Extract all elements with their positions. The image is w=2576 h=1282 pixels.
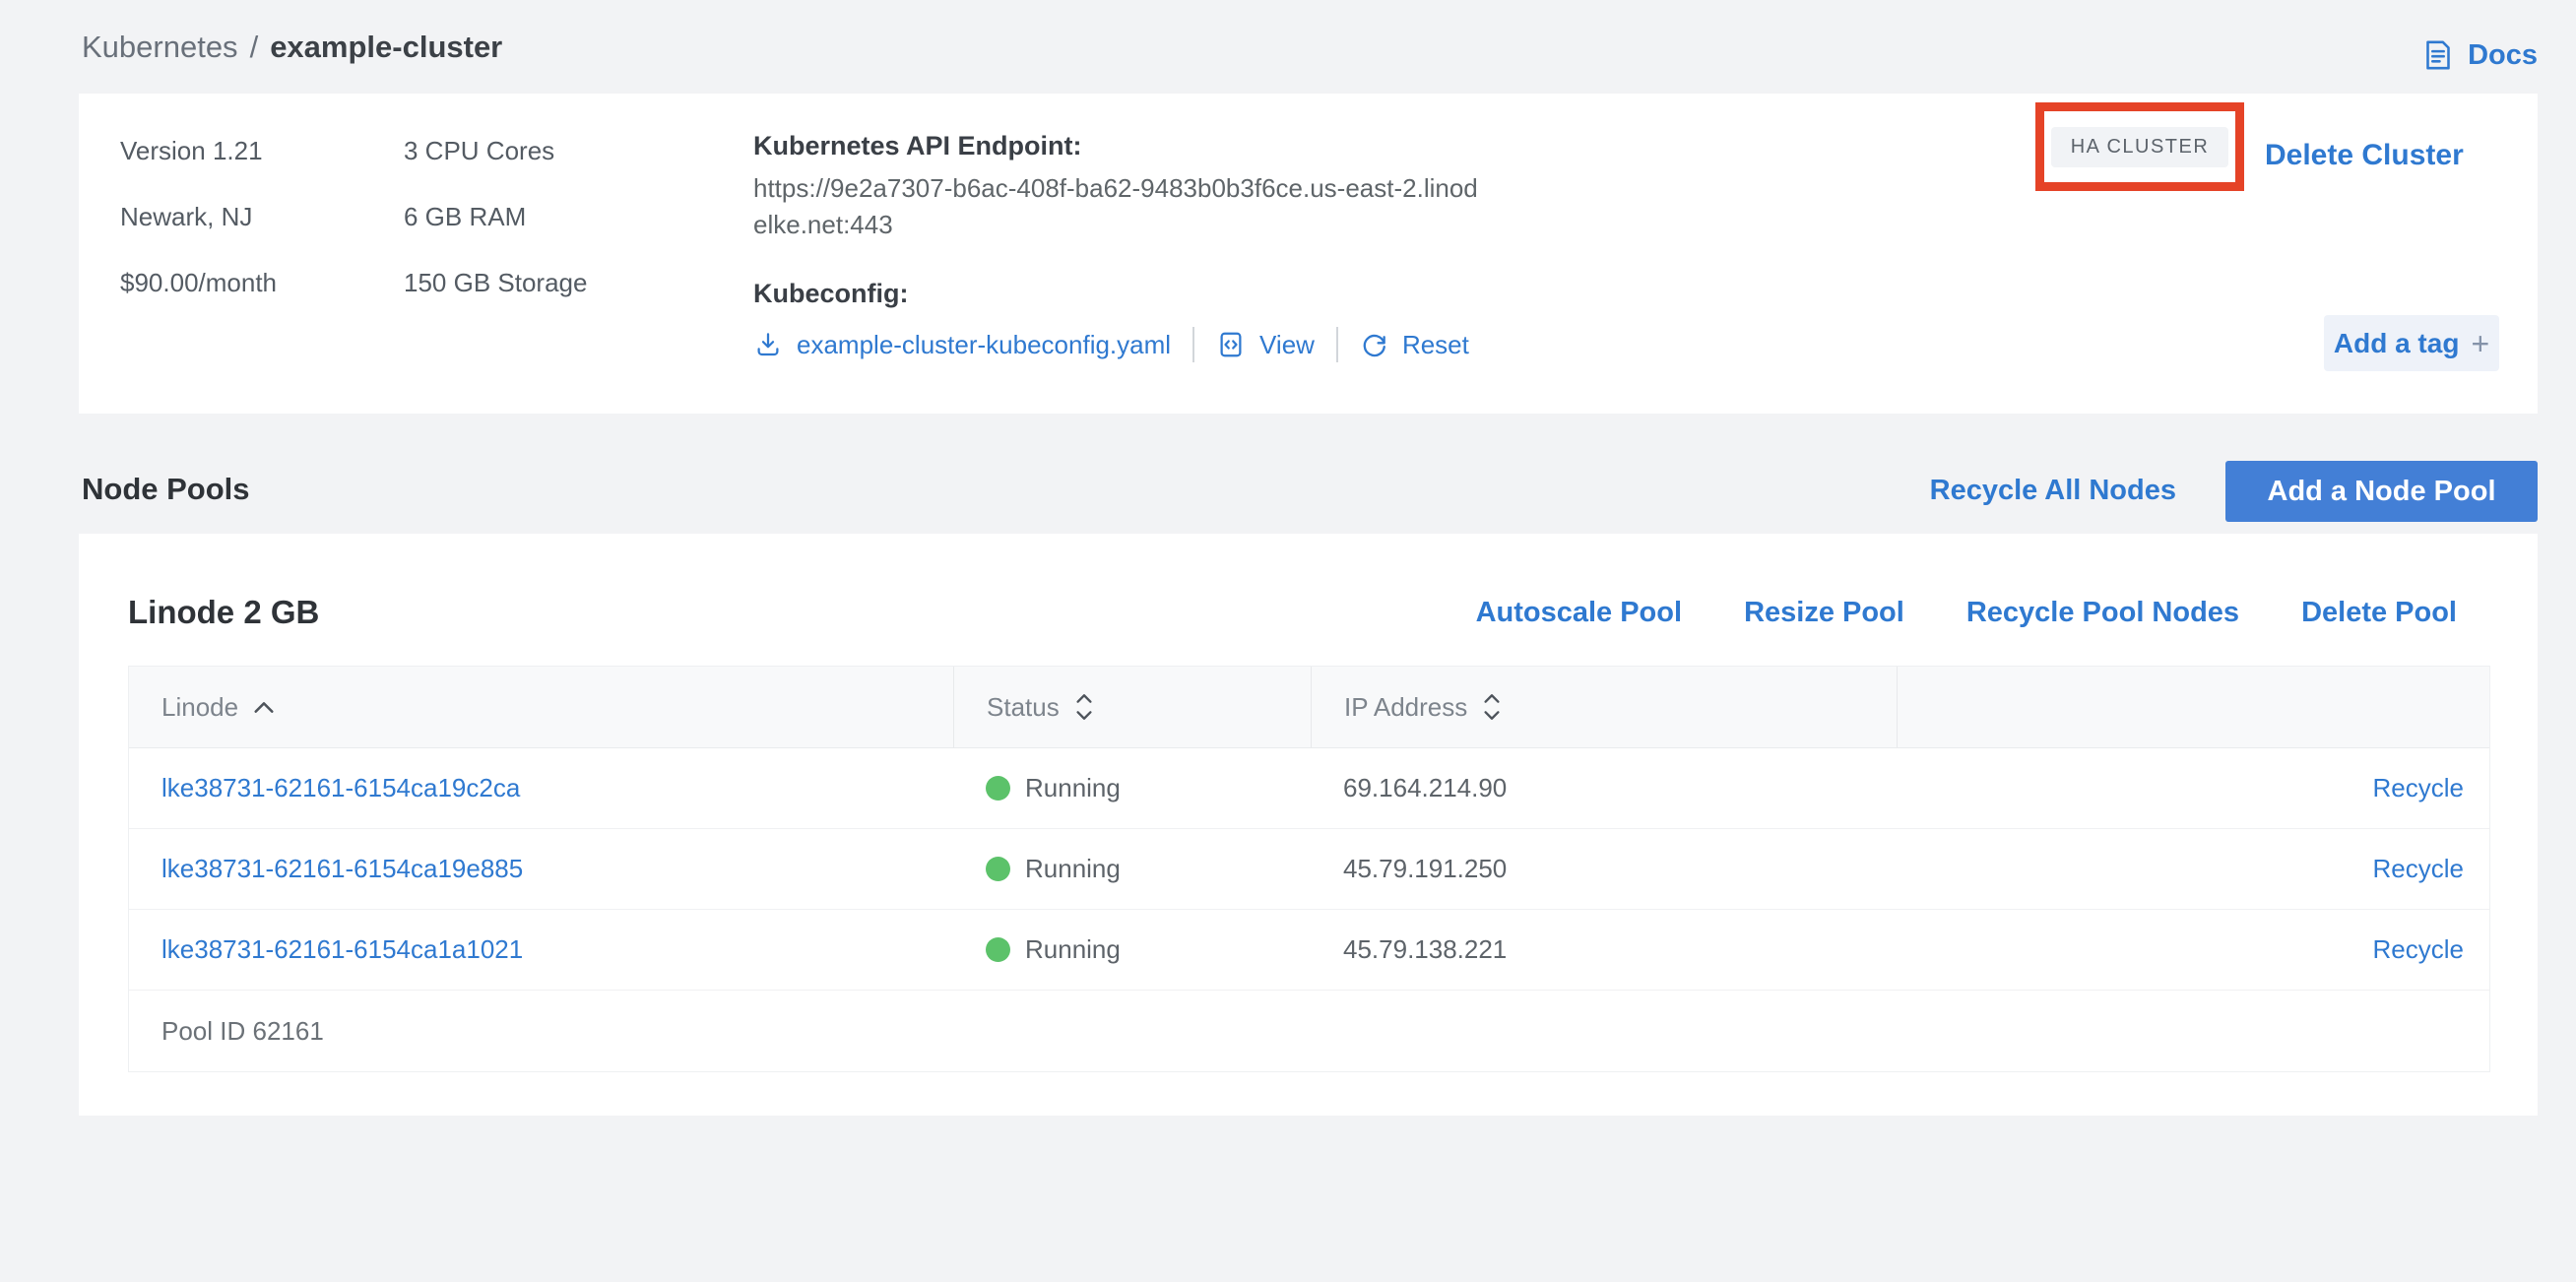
kubeconfig-reset-link[interactable]: Reset: [1360, 330, 1469, 360]
view-label: View: [1259, 330, 1315, 360]
node-link[interactable]: lke38731-62161-6154ca19c2ca: [161, 773, 520, 802]
cluster-price: $90.00/month: [120, 250, 277, 316]
recycle-node-button[interactable]: Recycle: [2373, 773, 2464, 803]
cluster-region: Newark, NJ: [120, 184, 277, 250]
sort-both-icon: [1073, 691, 1095, 723]
breadcrumb-separator: /: [250, 30, 259, 65]
table-row: lke38731-62161-6154ca19e885 Running 45.7…: [129, 829, 2489, 910]
ha-cluster-badge: HA CLUSTER: [2051, 127, 2229, 167]
docs-link[interactable]: Docs: [2420, 37, 2538, 73]
cluster-summary-card: Version 1.21 Newark, NJ $90.00/month 3 C…: [79, 94, 2538, 414]
status-label: Running: [1025, 773, 1121, 803]
cluster-version: Version 1.21: [120, 118, 277, 184]
api-endpoint-url: https://9e2a7307-b6ac-408f-ba62-9483b0b3…: [753, 170, 1487, 243]
cluster-ram: 6 GB RAM: [404, 184, 587, 250]
breadcrumb-kubernetes-link[interactable]: Kubernetes: [82, 30, 238, 65]
docs-label: Docs: [2468, 39, 2538, 72]
divider: [1336, 327, 1338, 362]
table-row: lke38731-62161-6154ca19c2ca Running 69.1…: [129, 748, 2489, 829]
cluster-specs-column-2: 3 CPU Cores 6 GB RAM 150 GB Storage: [404, 118, 587, 316]
autoscale-pool-button[interactable]: Autoscale Pool: [1476, 595, 1683, 630]
ha-cluster-highlight-box: HA CLUSTER: [2035, 102, 2244, 191]
recycle-node-button[interactable]: Recycle: [2373, 934, 2464, 965]
reset-icon: [1360, 331, 1388, 359]
node-link[interactable]: lke38731-62161-6154ca1a1021: [161, 934, 523, 964]
plus-icon: +: [2471, 328, 2489, 359]
kubeconfig-label: Kubeconfig:: [753, 277, 1521, 310]
code-view-icon: [1216, 330, 1246, 359]
column-header-ip-address[interactable]: IP Address: [1311, 667, 1897, 747]
breadcrumb-cluster-name: example-cluster: [270, 30, 502, 65]
reset-label: Reset: [1402, 330, 1469, 360]
node-pool-card: Linode 2 GB Autoscale Pool Resize Pool R…: [79, 534, 2538, 1116]
api-endpoint-label: Kubernetes API Endpoint:: [753, 129, 1521, 162]
nodes-table: Linode Status IP Address: [128, 666, 2490, 1072]
column-header-status[interactable]: Status: [953, 667, 1311, 747]
divider: [1192, 327, 1194, 362]
recycle-all-nodes-button[interactable]: Recycle All Nodes: [1930, 475, 2176, 507]
endpoint-section: Kubernetes API Endpoint: https://9e2a730…: [753, 129, 1521, 365]
nodes-table-header: Linode Status IP Address: [129, 667, 2489, 748]
node-pools-title: Node Pools: [82, 459, 250, 520]
column-header-actions: [1897, 667, 2489, 747]
node-ip: 45.79.191.250: [1311, 854, 1897, 884]
kubeconfig-actions-row: example-cluster-kubeconfig.yaml View: [753, 324, 1521, 365]
status-running-icon: [986, 857, 1010, 881]
cluster-specs-column-1: Version 1.21 Newark, NJ $90.00/month: [120, 118, 277, 316]
kubeconfig-file-name: example-cluster-kubeconfig.yaml: [797, 330, 1171, 360]
sort-asc-icon: [252, 701, 276, 714]
column-header-linode[interactable]: Linode: [129, 667, 953, 747]
node-link[interactable]: lke38731-62161-6154ca19e885: [161, 854, 523, 883]
pool-name: Linode 2 GB: [128, 593, 319, 632]
pool-id-footer: Pool ID 62161: [129, 991, 2489, 1071]
sort-both-icon: [1481, 691, 1503, 723]
kubeconfig-view-link[interactable]: View: [1216, 330, 1315, 360]
status-running-icon: [986, 776, 1010, 801]
add-tag-button[interactable]: Add a tag +: [2324, 315, 2499, 371]
table-row: lke38731-62161-6154ca1a1021 Running 45.7…: [129, 910, 2489, 991]
add-tag-label: Add a tag: [2334, 328, 2460, 359]
kubeconfig-download-link[interactable]: example-cluster-kubeconfig.yaml: [753, 330, 1171, 360]
resize-pool-button[interactable]: Resize Pool: [1744, 595, 1904, 630]
cluster-storage: 150 GB Storage: [404, 250, 587, 316]
status-label: Running: [1025, 854, 1121, 884]
pool-actions-row: Autoscale Pool Resize Pool Recycle Pool …: [1476, 595, 2457, 630]
recycle-pool-nodes-button[interactable]: Recycle Pool Nodes: [1966, 595, 2239, 630]
download-icon: [753, 330, 783, 359]
status-label: Running: [1025, 934, 1121, 965]
breadcrumb: Kubernetes / example-cluster: [82, 30, 502, 65]
add-node-pool-button[interactable]: Add a Node Pool: [2225, 461, 2538, 522]
recycle-node-button[interactable]: Recycle: [2373, 854, 2464, 884]
node-ip: 45.79.138.221: [1311, 934, 1897, 965]
status-running-icon: [986, 937, 1010, 962]
delete-cluster-button[interactable]: Delete Cluster: [2265, 139, 2464, 172]
cluster-cpu: 3 CPU Cores: [404, 118, 587, 184]
delete-pool-button[interactable]: Delete Pool: [2301, 595, 2457, 630]
node-ip: 69.164.214.90: [1311, 773, 1897, 803]
docs-icon: [2420, 37, 2456, 73]
